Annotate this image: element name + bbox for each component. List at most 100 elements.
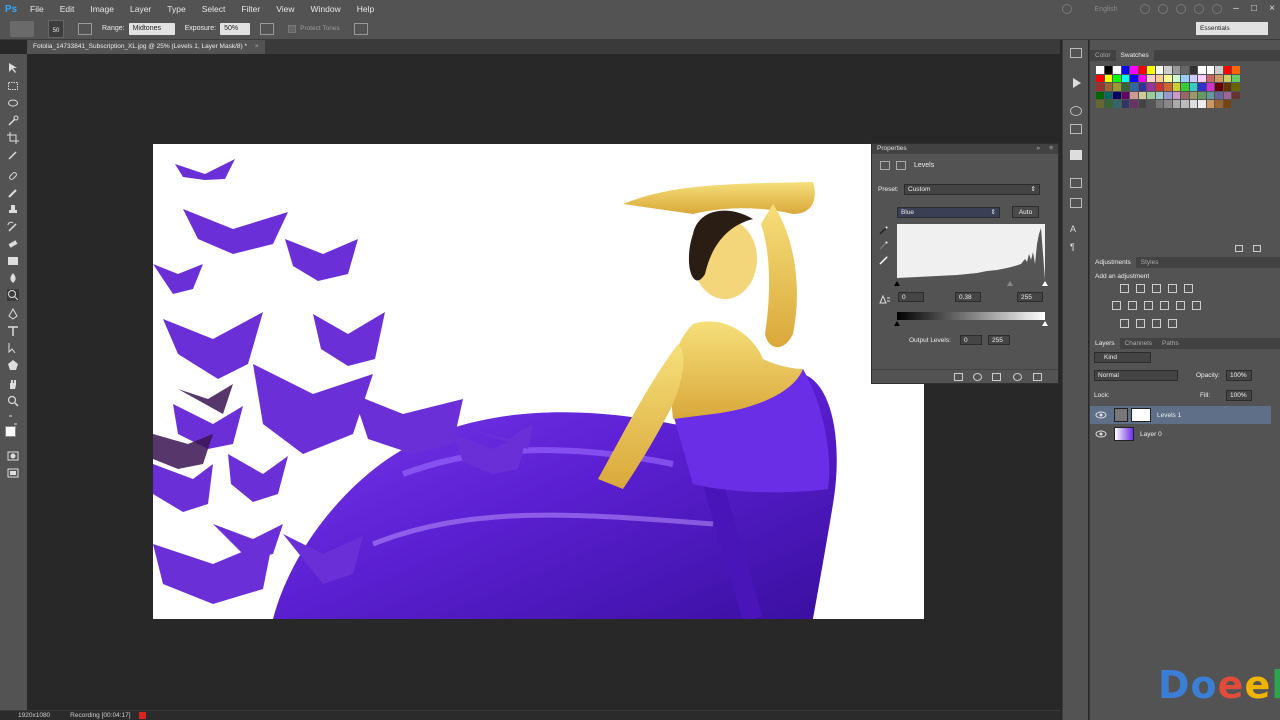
properties-panel-icon[interactable] xyxy=(1070,150,1082,160)
eye-icon[interactable] xyxy=(1094,428,1108,440)
close-icon[interactable]: × xyxy=(255,43,259,50)
delete-swatch-icon[interactable] xyxy=(1253,245,1261,252)
clip-to-layer-icon[interactable] xyxy=(954,373,963,381)
menu-image[interactable]: Image xyxy=(82,0,122,18)
brush-presets-icon[interactable] xyxy=(1070,178,1082,188)
channel-mixer-icon[interactable] xyxy=(1192,301,1201,310)
color-swatch[interactable] xyxy=(1223,74,1231,82)
color-swatch[interactable] xyxy=(1172,66,1180,74)
properties-header[interactable]: Properties » ≡ xyxy=(872,144,1058,154)
color-swatch[interactable] xyxy=(1223,100,1231,108)
layer-row-levels[interactable]: Levels 1 xyxy=(1090,406,1271,424)
color-swatch[interactable] xyxy=(1155,100,1163,108)
blur-tool-icon[interactable] xyxy=(7,272,19,284)
color-swatch[interactable] xyxy=(1181,100,1189,108)
document-tab[interactable]: Fotolia_14733841_Subscription_XL.jpg @ 2… xyxy=(27,40,265,54)
color-swatch[interactable] xyxy=(1096,100,1104,108)
auto-button[interactable]: Auto xyxy=(1012,206,1039,218)
tab-color[interactable]: Color xyxy=(1090,50,1116,61)
lasso-tool-icon[interactable] xyxy=(7,98,19,110)
layer-mask-thumb[interactable] xyxy=(1131,408,1151,422)
color-swatch[interactable] xyxy=(1223,91,1231,99)
type-tool-icon[interactable] xyxy=(7,325,19,337)
vibrance-icon[interactable] xyxy=(1112,301,1121,310)
color-swatch[interactable] xyxy=(1164,66,1172,74)
color-swatch[interactable] xyxy=(1198,83,1206,91)
input-white-field[interactable]: 255 xyxy=(1017,292,1043,302)
tab-paths[interactable]: Paths xyxy=(1157,338,1184,349)
menu-layer[interactable]: Layer xyxy=(122,0,159,18)
color-swatch[interactable] xyxy=(1189,100,1197,108)
dodge-tool-icon[interactable] xyxy=(7,289,19,301)
color-swatch[interactable] xyxy=(1130,91,1138,99)
gradient-tool-icon[interactable] xyxy=(7,255,19,267)
black-point-eyedropper-icon[interactable] xyxy=(879,226,888,235)
hue-saturation-icon[interactable] xyxy=(1128,301,1137,310)
color-swatch[interactable] xyxy=(1104,100,1112,108)
app-logo[interactable]: Ps xyxy=(0,0,22,18)
output-levels-slider[interactable] xyxy=(894,321,1048,327)
color-swatch[interactable] xyxy=(1096,91,1104,99)
invert-icon[interactable] xyxy=(1120,319,1129,328)
color-swatch[interactable] xyxy=(1223,83,1231,91)
color-swatch[interactable] xyxy=(1113,100,1121,108)
color-swatch[interactable] xyxy=(1113,83,1121,91)
layer-name[interactable]: Levels 1 xyxy=(1157,412,1181,419)
gamma-input-handle[interactable] xyxy=(1007,281,1013,286)
color-swatch[interactable] xyxy=(1121,100,1129,108)
color-swatch[interactable] xyxy=(1138,74,1146,82)
opacity-field[interactable]: 100% xyxy=(1226,370,1252,381)
output-white-handle[interactable] xyxy=(1042,321,1048,326)
character-panel-icon[interactable]: A xyxy=(1070,224,1082,234)
color-swatch[interactable] xyxy=(1121,91,1129,99)
menu-file[interactable]: File xyxy=(22,0,52,18)
history-brush-tool-icon[interactable] xyxy=(7,221,19,233)
color-swatch[interactable] xyxy=(1147,83,1155,91)
color-swatch[interactable] xyxy=(1206,66,1214,74)
color-swatch[interactable] xyxy=(1147,66,1155,74)
threshold-icon[interactable] xyxy=(1152,319,1161,328)
color-swatch[interactable] xyxy=(1198,91,1206,99)
input-gamma-field[interactable]: 0.38 xyxy=(955,292,981,302)
minimize-button[interactable]: – xyxy=(1228,2,1244,16)
color-swatch[interactable] xyxy=(1138,66,1146,74)
color-swatch[interactable] xyxy=(1189,74,1197,82)
actions-play-icon[interactable] xyxy=(1070,78,1082,88)
paragraph-panel-icon[interactable]: ¶ xyxy=(1070,242,1082,252)
input-levels-slider[interactable] xyxy=(894,281,1048,287)
color-swatch[interactable] xyxy=(1189,66,1197,74)
delete-adjustment-icon[interactable] xyxy=(1033,373,1042,381)
color-swatch[interactable] xyxy=(1215,100,1223,108)
color-swatch[interactable] xyxy=(1147,100,1155,108)
color-swatch[interactable] xyxy=(1130,83,1138,91)
quick-select-tool-icon[interactable] xyxy=(7,115,19,127)
histogram-panel-icon[interactable] xyxy=(1070,124,1082,134)
color-swatch[interactable] xyxy=(1232,91,1240,99)
gradient-map-icon[interactable] xyxy=(1184,284,1193,293)
black-white-icon[interactable] xyxy=(1160,301,1169,310)
range-select[interactable]: Midtones xyxy=(128,22,175,35)
color-swatch[interactable] xyxy=(1121,83,1129,91)
color-swatch[interactable] xyxy=(1096,66,1104,74)
color-swatch[interactable] xyxy=(1232,74,1240,82)
color-swatch[interactable] xyxy=(1164,83,1172,91)
info-panel-icon[interactable] xyxy=(1070,106,1082,116)
tray-icon[interactable] xyxy=(1158,4,1168,14)
visibility-icon[interactable] xyxy=(1013,373,1022,381)
color-swatch[interactable] xyxy=(1104,74,1112,82)
output-white-field[interactable]: 255 xyxy=(988,335,1010,345)
white-point-eyedropper-icon[interactable] xyxy=(879,256,888,265)
help-icon[interactable] xyxy=(1212,4,1222,14)
quick-mask-icon[interactable] xyxy=(7,450,19,462)
tool-preset-picker[interactable] xyxy=(10,20,34,37)
color-swatch[interactable] xyxy=(1223,66,1231,74)
view-previous-icon[interactable] xyxy=(973,373,982,381)
menu-edit[interactable]: Edit xyxy=(52,0,83,18)
levels-adjustment-icon[interactable] xyxy=(880,161,890,170)
tray-icon[interactable] xyxy=(1062,4,1072,14)
tray-icon[interactable] xyxy=(1194,4,1204,14)
color-swatch[interactable] xyxy=(1138,83,1146,91)
color-swatch[interactable] xyxy=(1206,74,1214,82)
reset-icon[interactable] xyxy=(992,373,1001,381)
color-swatch[interactable] xyxy=(1215,74,1223,82)
